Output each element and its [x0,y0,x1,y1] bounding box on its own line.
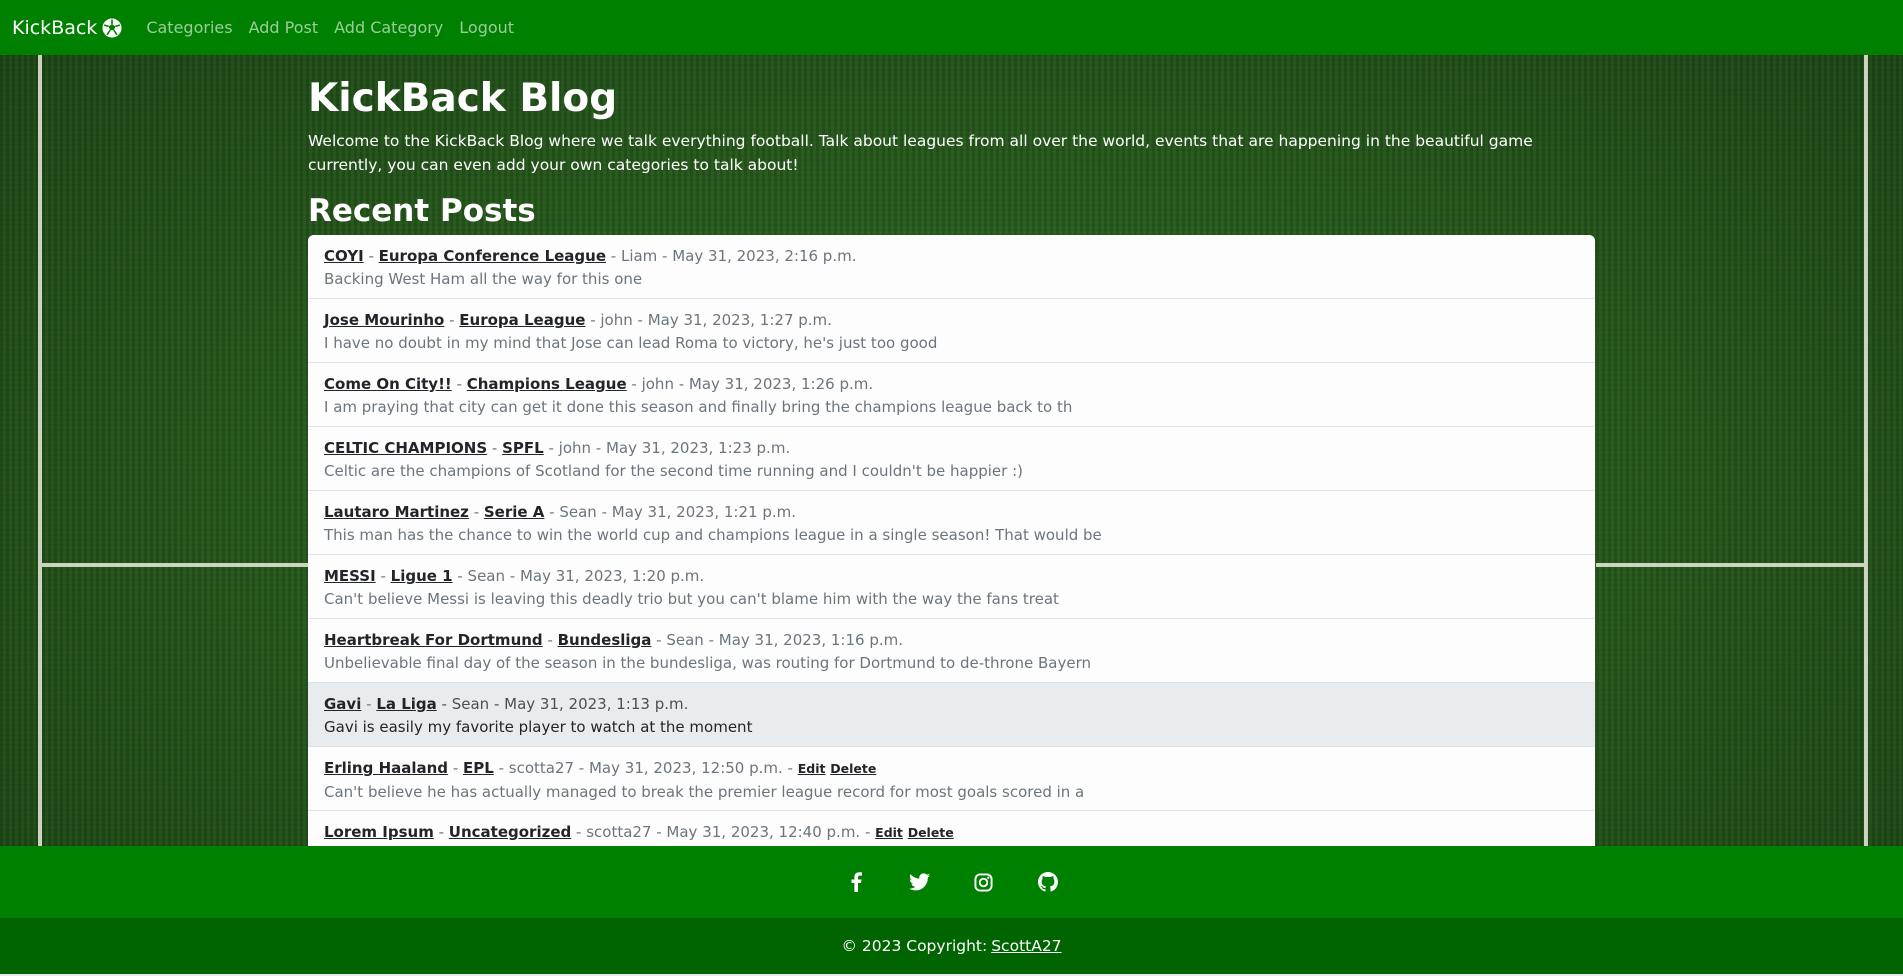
twitter-icon[interactable] [909,871,931,893]
nav-link-logout[interactable]: Logout [459,18,514,37]
post-item[interactable]: Jose Mourinho - Europa League - john - M… [308,299,1595,363]
post-category-link[interactable]: La Liga [376,695,436,713]
post-excerpt: Can't believe Messi is leaving this dead… [324,590,1059,608]
main-content: KickBack Blog Welcome to the KickBack Bl… [308,55,1595,846]
facebook-icon[interactable] [845,871,867,893]
post-category-link[interactable]: Europa League [459,311,585,329]
post-title-link[interactable]: Jose Mourinho [324,311,444,329]
post-title-link[interactable]: Heartbreak For Dortmund [324,631,543,649]
post-category-link[interactable]: Uncategorized [449,823,571,841]
post-item[interactable]: MESSI - Ligue 1 - Sean - May 31, 2023, 1… [308,555,1595,619]
post-meta: - Sean - May 31, 2023, 1:20 p.m. [452,567,705,585]
post-excerpt: Celtic are the champions of Scotland for… [324,462,1023,480]
post-meta: - scotta27 - May 31, 2023, 12:50 p.m. - [493,759,798,777]
post-title-link[interactable]: Come On City!! [324,375,452,393]
post-excerpt: Can't believe he has actually managed to… [324,783,1085,801]
post-category-link[interactable]: EPL [463,759,494,777]
post-meta: - Sean - May 31, 2023, 1:21 p.m. [544,503,796,521]
nav-link-add-category[interactable]: Add Category [334,18,443,37]
footer-copyright: © 2023 Copyright: ScottA27 [0,918,1903,974]
post-category-link[interactable]: Europa Conference League [379,247,606,265]
post-title-link[interactable]: MESSI [324,567,376,585]
post-category-link[interactable]: Bundesliga [558,631,652,649]
post-title-link[interactable]: Lorem Ipsum [324,823,434,841]
navbar: KickBack Categories Add Post Add Categor… [0,0,1903,55]
post-item[interactable]: Gavi - La Liga - Sean - May 31, 2023, 1:… [308,683,1595,747]
post-meta: - john - May 31, 2023, 1:26 p.m. [626,375,874,393]
nav-link-add-post[interactable]: Add Post [249,18,319,37]
post-excerpt: Unbelievable final day of the season in … [324,654,1092,672]
post-excerpt: Backing West Ham all the way for this on… [324,270,643,288]
post-item[interactable]: Lorem Ipsum - Uncategorized - scotta27 -… [308,811,1595,846]
post-meta: - Sean - May 31, 2023, 1:16 p.m. [651,631,903,649]
post-item[interactable]: Lautaro Martinez - Serie A - Sean - May … [308,491,1595,555]
blog-intro: Welcome to the KickBack Blog where we ta… [308,132,1533,174]
post-category-link[interactable]: Champions League [467,375,627,393]
brand-name: KickBack [12,16,98,39]
pitch-line [1596,563,1864,567]
post-meta: - scotta27 - May 31, 2023, 12:40 p.m. - [571,823,876,841]
post-title-link[interactable]: CELTIC CHAMPIONS [324,439,487,457]
post-excerpt: I have no doubt in my mind that Jose can… [324,334,938,352]
post-title-link[interactable]: Erling Haaland [324,759,448,777]
post-title-link[interactable]: Lautaro Martinez [324,503,469,521]
recent-posts-heading: Recent Posts [308,193,536,229]
footer-social-bar [0,846,1903,918]
brand-link[interactable]: KickBack [12,17,122,39]
post-item[interactable]: Erling Haaland - EPL - scotta27 - May 31… [308,747,1595,811]
post-title-link[interactable]: Gavi [324,695,361,713]
post-category-link[interactable]: Ligue 1 [391,567,453,585]
soccer-ball-icon [102,18,122,38]
post-excerpt: I am praying that city can get it done t… [324,398,1073,416]
post-category-link[interactable]: SPFL [502,439,544,457]
post-title-link[interactable]: COYI [324,247,364,265]
post-item[interactable]: COYI - Europa Conference League - Liam -… [308,235,1595,299]
edit-post-link[interactable]: Edit [875,825,903,840]
post-meta: - john - May 31, 2023, 1:23 p.m. [543,439,791,457]
pitch-line [38,55,42,855]
author-link[interactable]: ScottA27 [991,937,1061,955]
post-item[interactable]: CELTIC CHAMPIONS - SPFL - john - May 31,… [308,427,1595,491]
pitch-line [1864,55,1868,855]
instagram-icon[interactable] [973,871,995,893]
pitch-line [42,563,310,567]
post-item[interactable]: Heartbreak For Dortmund - Bundesliga - S… [308,619,1595,683]
copyright-text: © 2023 Copyright: [841,937,988,955]
post-meta: - Liam - May 31, 2023, 2:16 p.m. [606,247,857,265]
post-excerpt: This man has the chance to win the world… [324,526,1102,544]
post-item[interactable]: Come On City!! - Champions League - john… [308,363,1595,427]
delete-post-link[interactable]: Delete [908,825,954,840]
edit-post-link[interactable]: Edit [798,761,826,776]
post-excerpt: Gavi is easily my favorite player to wat… [324,718,753,736]
page-title: KickBack Blog [308,76,618,121]
post-meta: - john - May 31, 2023, 1:27 p.m. [585,311,832,329]
post-list: COYI - Europa Conference League - Liam -… [308,235,1595,846]
post-category-link[interactable]: Serie A [484,503,545,521]
delete-post-link[interactable]: Delete [830,761,876,776]
post-meta: - Sean - May 31, 2023, 1:13 p.m. [436,695,689,713]
github-icon[interactable] [1037,871,1059,893]
nav-links: Categories Add Post Add Category Logout [146,18,530,37]
nav-link-categories[interactable]: Categories [146,18,232,37]
